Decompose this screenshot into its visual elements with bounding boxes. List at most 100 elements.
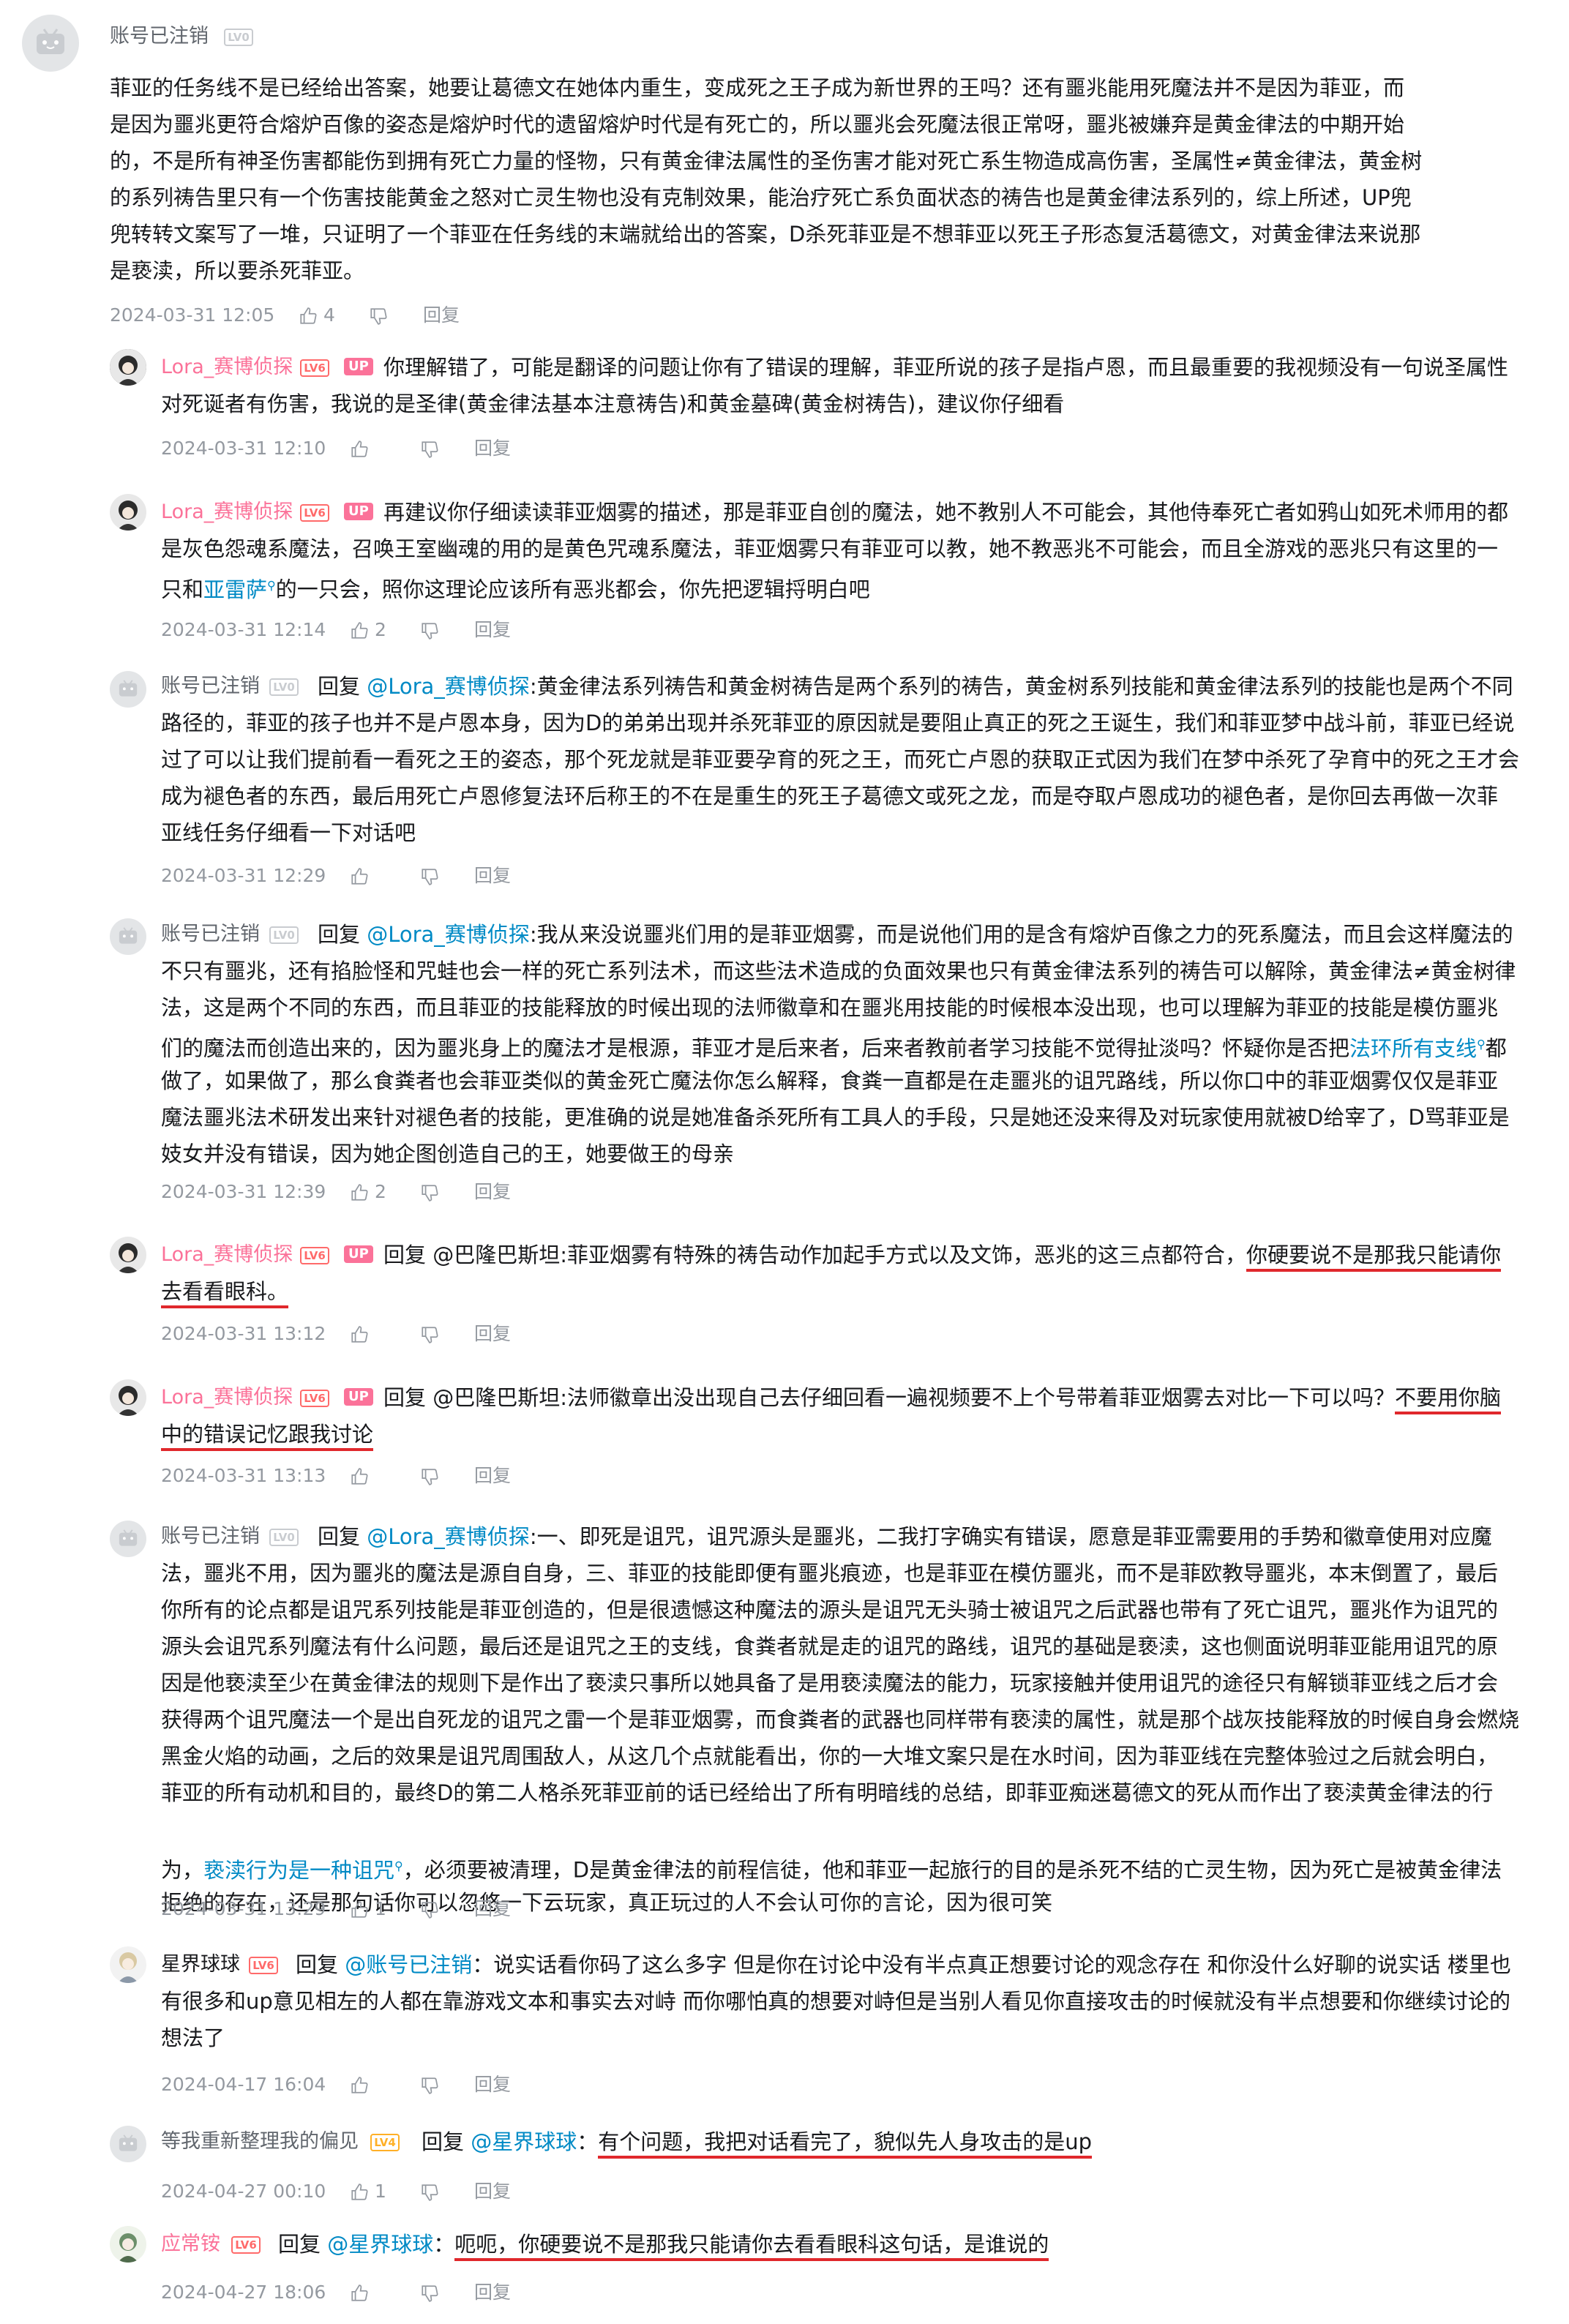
- avatar[interactable]: [110, 2126, 146, 2162]
- reply-button[interactable]: 回复: [474, 1463, 511, 1488]
- thumbs-up-icon: [300, 307, 317, 324]
- avatar[interactable]: [110, 494, 146, 531]
- reply-button[interactable]: 回复: [474, 863, 511, 888]
- search-link[interactable]: 亚雷萨⚲: [203, 577, 276, 602]
- reply-button[interactable]: 回复: [423, 303, 460, 328]
- dislike-button[interactable]: [420, 1322, 439, 1346]
- like-button[interactable]: 2: [350, 1180, 386, 1204]
- dislike-button[interactable]: [420, 1897, 439, 1922]
- like-button[interactable]: [350, 1322, 369, 1346]
- thumbs-up-icon: [351, 1326, 368, 1343]
- dislike-button[interactable]: [420, 2072, 439, 2097]
- thumbs-down-icon: [422, 1185, 438, 1202]
- anime-avatar-icon: [110, 1237, 146, 1273]
- like-button[interactable]: [350, 2072, 369, 2097]
- username[interactable]: 账号已注销: [161, 672, 260, 701]
- level-badge: LV0: [269, 926, 299, 944]
- comment-text: 回复 @Lora_赛博侦探:我从来没说噩兆们用的是菲亚烟雾，而是说他们用的是含有…: [318, 922, 1513, 947]
- username[interactable]: Lora_赛博侦探: [161, 1240, 293, 1270]
- comment-text: 再建议你仔细读读菲亚烟雾的描述，那是菲亚自创的魔法，她不教别人不可能会，其他侍奉…: [383, 500, 1509, 525]
- mention-link[interactable]: @Lora_赛博侦探: [367, 674, 530, 699]
- timestamp: 2024-03-31 13:12: [161, 1323, 326, 1344]
- avatar[interactable]: [22, 15, 79, 72]
- comment-text: 法，噩兆不用，因为噩兆的魔法是源自自身，三、菲亚的技能即便有噩兆痕迹，也是菲亚在…: [161, 1561, 1520, 1915]
- reply-button[interactable]: 回复: [474, 2179, 511, 2204]
- mention-link[interactable]: @账号已注销: [345, 1952, 472, 1977]
- like-button[interactable]: 4: [299, 303, 335, 328]
- username[interactable]: 应常铵: [161, 2230, 220, 2259]
- anime-avatar-icon: [110, 1379, 146, 1416]
- comment-text: 中的错误记忆跟我讨论: [161, 1416, 374, 1452]
- comment-text: 是灰色怨魂系魔法，召唤王室幽魂的用的是黄色咒魂系魔法，菲亚烟雾只有菲亚可以教，她…: [161, 536, 1499, 602]
- avatar[interactable]: [110, 349, 146, 386]
- avatar[interactable]: [110, 1521, 146, 1557]
- dislike-button[interactable]: [420, 863, 439, 888]
- comment-text: 回复 @巴隆巴斯坦:法师徽章出没出现自己去仔细回看一遍视频要不上个号带着菲亚烟雾…: [383, 1379, 1502, 1416]
- thumbs-down-icon: [422, 1327, 438, 1343]
- reply-button[interactable]: 回复: [474, 1897, 511, 1922]
- avatar[interactable]: [110, 1946, 146, 1983]
- timestamp: 2024-03-31 12:29: [161, 865, 326, 886]
- reply-button[interactable]: 回复: [474, 618, 511, 642]
- timestamp: 2024-04-27 18:06: [161, 2282, 326, 2303]
- reply-button[interactable]: 回复: [474, 2280, 511, 2305]
- username[interactable]: 账号已注销: [110, 22, 209, 51]
- username[interactable]: 星界球球: [161, 1950, 240, 1979]
- username[interactable]: 等我重新整理我的偏见: [161, 2127, 359, 2156]
- default-avatar-icon: [119, 680, 138, 697]
- dislike-button[interactable]: [420, 1180, 439, 1204]
- like-button[interactable]: [350, 1463, 369, 1488]
- timestamp: 2024-03-31 12:05: [110, 304, 275, 326]
- timestamp: 2024-04-27 00:10: [161, 2181, 326, 2202]
- avatar[interactable]: [110, 1237, 146, 1273]
- anime-avatar-icon: [110, 2226, 146, 2263]
- thumbs-down-icon: [422, 2077, 438, 2094]
- like-button[interactable]: 1: [350, 1897, 386, 1922]
- anime-avatar-icon: [110, 494, 146, 531]
- comment-text: 回复 @Lora_赛博侦探:黄金律法系列祷告和黄金树祷告是两个系列的祷告，黄金树…: [318, 674, 1513, 699]
- mention-link[interactable]: @星界球球: [471, 2129, 577, 2154]
- avatar[interactable]: [110, 671, 146, 708]
- search-icon: ⚲: [394, 1859, 403, 1873]
- dislike-button[interactable]: [420, 2280, 439, 2305]
- reply-button[interactable]: 回复: [474, 436, 511, 461]
- username[interactable]: Lora_赛博侦探: [161, 353, 293, 382]
- avatar[interactable]: [110, 1379, 146, 1416]
- mention-link[interactable]: @Lora_赛博侦探: [367, 922, 530, 947]
- thumbs-down-icon: [370, 308, 387, 325]
- avatar[interactable]: [110, 918, 146, 955]
- username[interactable]: Lora_赛博侦探: [161, 498, 293, 527]
- thumbs-down-icon: [422, 441, 438, 458]
- like-button[interactable]: 1: [350, 2179, 386, 2204]
- search-link[interactable]: 法环所有支线⚲: [1349, 1036, 1486, 1061]
- dislike-button[interactable]: [420, 1463, 439, 1488]
- like-button[interactable]: 2: [350, 618, 386, 642]
- like-button[interactable]: [350, 436, 369, 461]
- username[interactable]: Lora_赛博侦探: [161, 1383, 293, 1412]
- thumbs-down-icon: [422, 623, 438, 640]
- username[interactable]: 账号已注销: [161, 920, 260, 949]
- comment-text: 回复 @Lora_赛博侦探:一、即死是诅咒，诅咒源头是噩兆，二我打字确实有错误，…: [318, 1524, 1492, 1549]
- username[interactable]: 账号已注销: [161, 1522, 260, 1551]
- comment-text: 路径的，菲亚的孩子也并不是卢恩本身，因为D的弟弟出现并杀死菲亚的原因就是要阻止真…: [161, 711, 1520, 845]
- level-badge: LV6: [300, 359, 329, 377]
- underline-highlight: 有个问题，我把对话看完了，貌似先人身攻击的是up: [598, 2129, 1093, 2159]
- dislike-button[interactable]: [420, 436, 439, 461]
- search-link[interactable]: 亵渎行为是一种诅咒⚲: [203, 1858, 403, 1883]
- dislike-button[interactable]: [369, 303, 388, 328]
- avatar[interactable]: [110, 2226, 146, 2263]
- timestamp: 2024-03-31 12:39: [161, 1181, 326, 1202]
- comment-text: 去看看眼科。: [161, 1273, 289, 1310]
- default-avatar-icon: [119, 1529, 138, 1546]
- mention-link[interactable]: @Lora_赛博侦探: [367, 1524, 530, 1549]
- comment-text: 回复 @星界球球：有个问题，我把对话看完了，貌似先人身攻击的是up: [422, 2124, 1093, 2160]
- like-button[interactable]: [350, 2280, 369, 2305]
- level-badge: LV6: [231, 2236, 261, 2254]
- dislike-button[interactable]: [420, 2179, 439, 2204]
- reply-button[interactable]: 回复: [474, 2072, 511, 2097]
- mention-link[interactable]: @星界球球: [327, 2232, 433, 2257]
- dislike-button[interactable]: [420, 618, 439, 642]
- reply-button[interactable]: 回复: [474, 1180, 511, 1204]
- like-button[interactable]: [350, 863, 369, 888]
- reply-button[interactable]: 回复: [474, 1322, 511, 1346]
